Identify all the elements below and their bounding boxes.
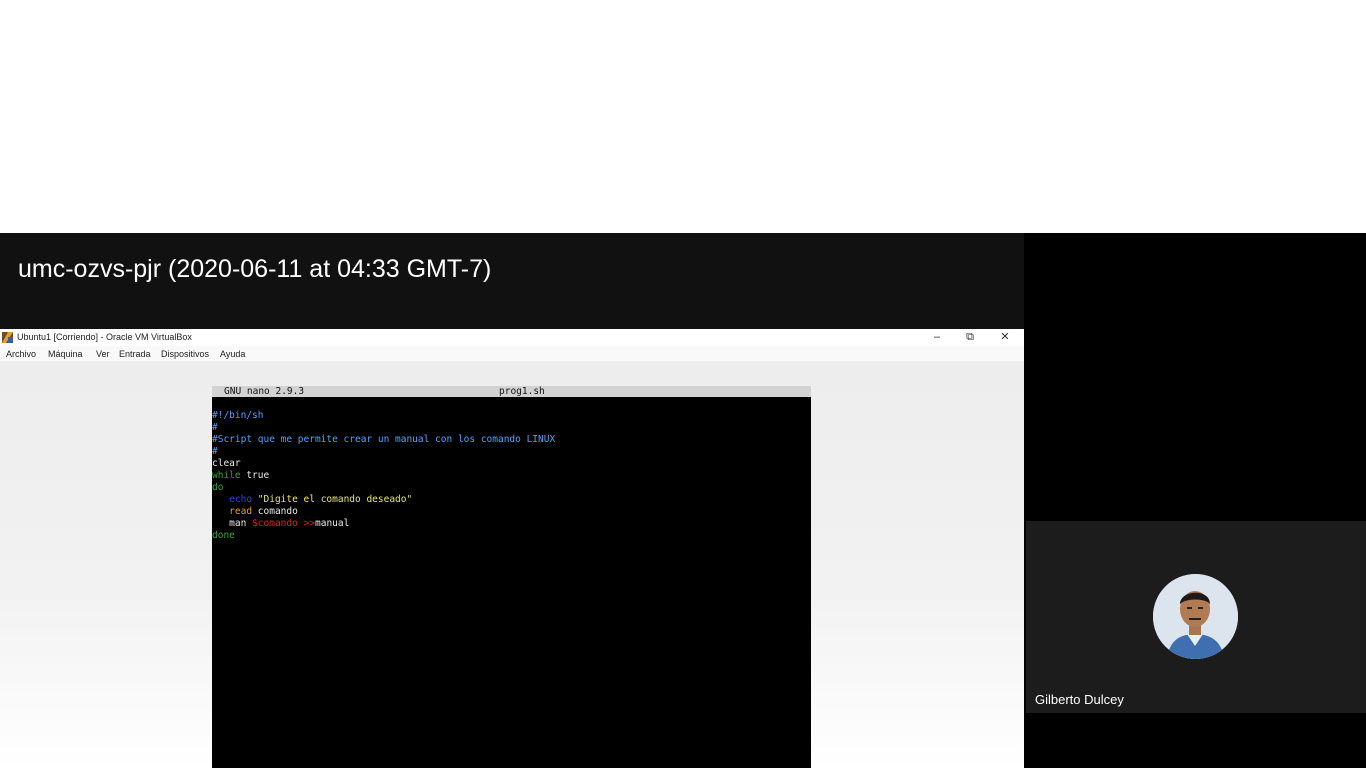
code-text: true bbox=[240, 470, 270, 481]
minimize-button[interactable]: – bbox=[920, 329, 954, 346]
recording-title-bar: umc-ozvs-pjr (2020-06-11 at 04:33 GMT-7) bbox=[0, 233, 1024, 329]
code-line: man $comando >>manual bbox=[212, 518, 555, 530]
code-line: do bbox=[212, 482, 555, 494]
shared-screen: Ubuntu1 [Corriendo] - Oracle VM VirtualB… bbox=[0, 329, 1024, 768]
virtualbox-window-title: Ubuntu1 [Corriendo] - Oracle VM VirtualB… bbox=[17, 332, 192, 342]
code-text: comando bbox=[252, 506, 298, 517]
code-line: echo "Digite el comando deseado" bbox=[212, 494, 555, 506]
code-line: read comando bbox=[212, 506, 555, 518]
code-line: # bbox=[212, 446, 555, 458]
code-comment: # bbox=[212, 422, 218, 433]
virtualbox-app-icon bbox=[2, 332, 13, 343]
menu-ver[interactable]: Ver bbox=[96, 349, 110, 359]
code-comment: #!/bin/sh bbox=[212, 410, 264, 421]
code-area[interactable]: #!/bin/sh # #Script que me permite crear… bbox=[212, 410, 555, 542]
menu-entrada[interactable]: Entrada bbox=[119, 349, 151, 359]
code-text: manual bbox=[315, 518, 350, 529]
code-line: done bbox=[212, 530, 555, 542]
nano-version: GNU nano 2.9.3 bbox=[224, 386, 305, 397]
virtualbox-menubar: Archivo Máquina Ver Entrada Dispositivos… bbox=[0, 346, 1024, 361]
code-string: "Digite el comando deseado" bbox=[252, 494, 413, 505]
code-keyword: do bbox=[212, 482, 224, 493]
code-comment: #Script que me permite crear un manual c… bbox=[212, 434, 556, 445]
code-comment: # bbox=[212, 446, 218, 457]
participant-tile[interactable]: Gilberto Dulcey bbox=[1026, 521, 1366, 713]
menu-maquina[interactable]: Máquina bbox=[48, 349, 83, 359]
code-keyword: while bbox=[212, 470, 241, 481]
menu-dispositivos[interactable]: Dispositivos bbox=[161, 349, 209, 359]
code-keyword: done bbox=[212, 530, 235, 541]
nano-header-bar: GNU nano 2.9.3 prog1.sh bbox=[212, 386, 811, 397]
participant-avatar bbox=[1153, 574, 1238, 659]
code-line: # bbox=[212, 422, 555, 434]
code-keyword: echo bbox=[229, 494, 253, 505]
code-line: #!/bin/sh bbox=[212, 410, 555, 422]
nano-filename: prog1.sh bbox=[499, 386, 545, 397]
recording-player: umc-ozvs-pjr (2020-06-11 at 04:33 GMT-7)… bbox=[0, 233, 1366, 768]
restore-button[interactable]: ⧉ bbox=[953, 329, 987, 346]
virtualbox-titlebar: Ubuntu1 [Corriendo] - Oracle VM VirtualB… bbox=[0, 329, 1024, 346]
code-text: clear bbox=[212, 458, 241, 469]
code-line: clear bbox=[212, 458, 555, 470]
code-keyword: read bbox=[229, 506, 253, 517]
nano-terminal[interactable]: GNU nano 2.9.3 prog1.sh #!/bin/sh # #Scr… bbox=[212, 386, 811, 768]
code-operator: >> bbox=[297, 518, 315, 529]
close-button[interactable]: ✕ bbox=[988, 329, 1022, 346]
menu-ayuda[interactable]: Ayuda bbox=[220, 349, 245, 359]
code-line: #Script que me permite crear un manual c… bbox=[212, 434, 555, 446]
avatar-portrait-icon bbox=[1153, 574, 1238, 659]
code-text: man bbox=[229, 518, 247, 529]
code-line: while true bbox=[212, 470, 555, 482]
top-blank-area bbox=[0, 0, 1366, 233]
menu-archivo[interactable]: Archivo bbox=[6, 349, 36, 359]
recording-title: umc-ozvs-pjr (2020-06-11 at 04:33 GMT-7) bbox=[18, 255, 492, 283]
participant-name: Gilberto Dulcey bbox=[1035, 692, 1124, 707]
code-variable: $comando bbox=[246, 518, 298, 529]
